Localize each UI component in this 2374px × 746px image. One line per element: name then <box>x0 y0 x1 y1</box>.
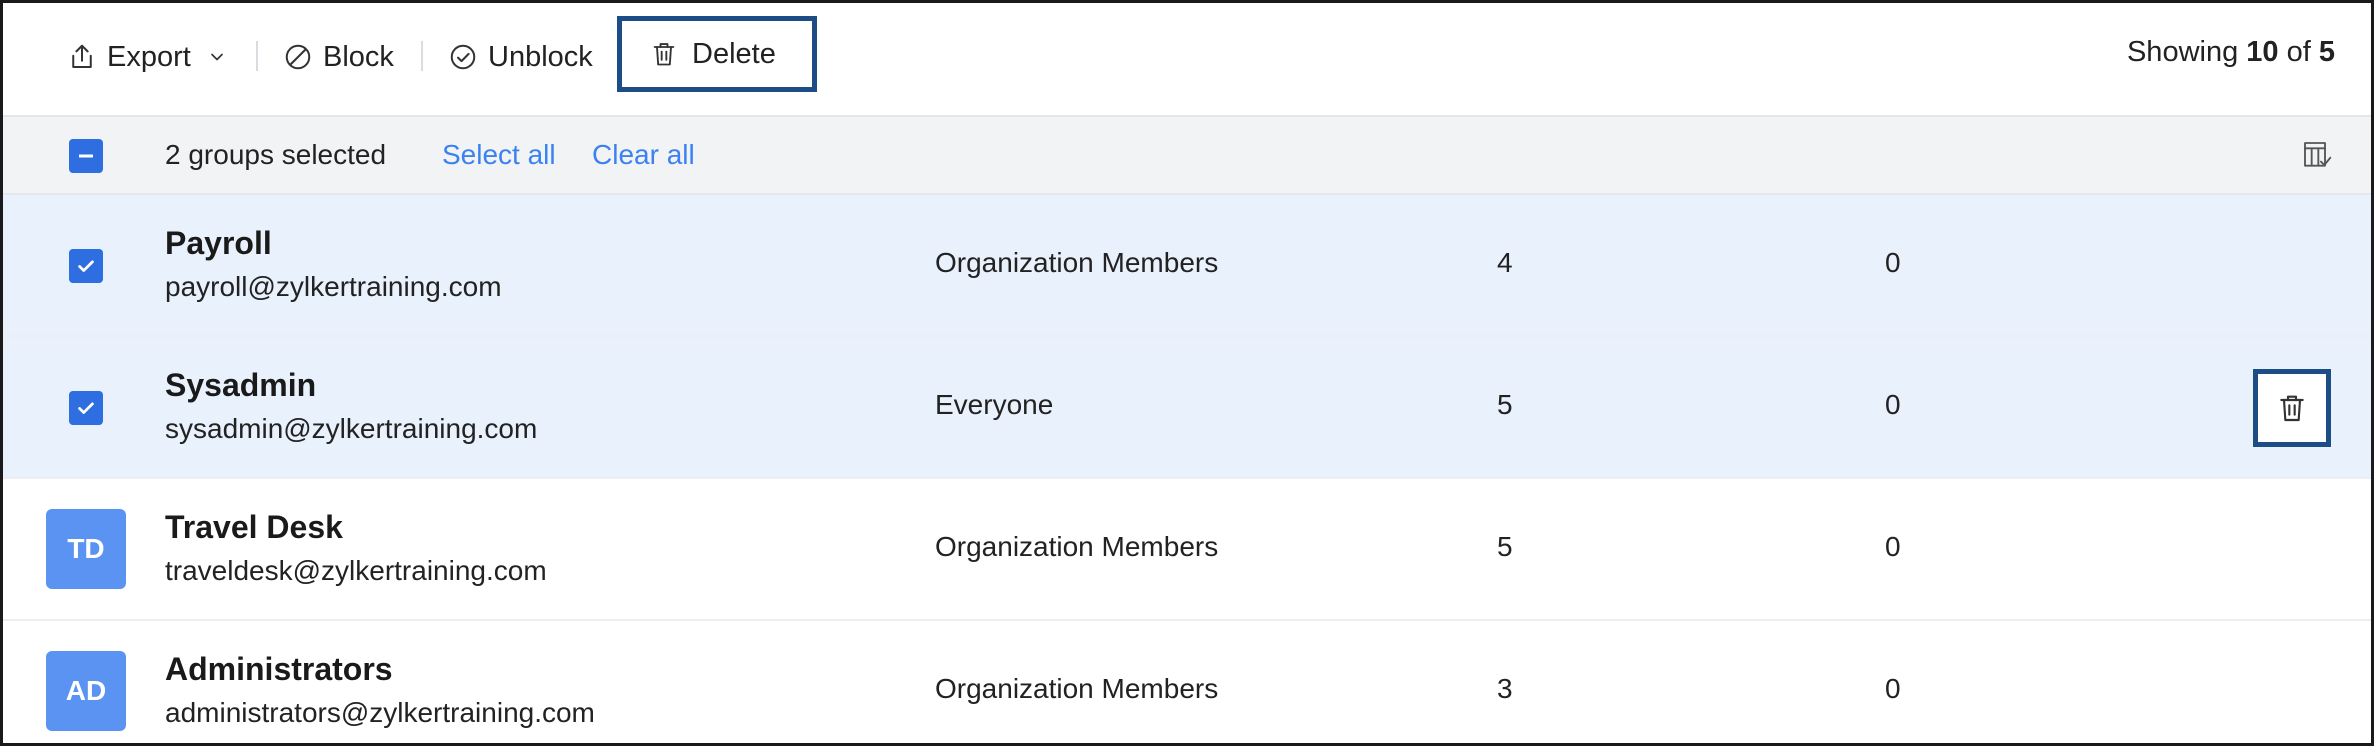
group-email: traveldesk@zylkertraining.com <box>165 555 547 586</box>
unblock-label: Unblock <box>488 40 593 73</box>
group-type: Organization Members <box>935 673 1219 704</box>
select-all-link[interactable]: Select all <box>442 139 556 171</box>
member-count: 4 <box>1497 247 1513 278</box>
chevron-down-icon <box>210 53 223 61</box>
block-label: Block <box>323 40 394 73</box>
check-icon <box>78 260 94 272</box>
column-settings-button[interactable] <box>2301 139 2333 176</box>
group-email: payroll@zylkertraining.com <box>165 271 502 302</box>
select-all-checkbox[interactable] <box>69 139 103 173</box>
avatar[interactable]: TD <box>46 509 126 589</box>
export-label: Export <box>107 40 191 73</box>
group-type: Organization Members <box>935 531 1219 562</box>
toolbar-divider <box>256 41 258 71</box>
member-count: 5 <box>1497 531 1513 562</box>
export-icon <box>72 44 92 68</box>
selected-count: 2 groups selected <box>165 139 387 170</box>
secondary-count: 0 <box>1885 531 1901 562</box>
column-settings-icon <box>2304 142 2332 167</box>
selection-bar: 2 groups selected Select all Clear all <box>3 117 2371 195</box>
avatar[interactable]: AD <box>46 651 126 731</box>
group-type: Organization Members <box>935 247 1219 278</box>
row-delete-button[interactable] <box>2253 369 2331 447</box>
unblock-button[interactable]: Unblock <box>448 25 593 89</box>
row-checkbox[interactable] <box>69 391 103 425</box>
row-checkbox[interactable] <box>69 249 103 283</box>
check-circle-icon <box>450 44 476 70</box>
delete-label: Delete <box>692 37 776 70</box>
secondary-count: 0 <box>1885 673 1901 704</box>
minus-icon <box>79 154 93 158</box>
toolbar-divider <box>421 41 423 71</box>
member-count: 3 <box>1497 673 1513 704</box>
export-button[interactable]: Export <box>67 25 227 89</box>
member-count: 5 <box>1497 389 1513 420</box>
table-row[interactable]: AD Administrators administrators@zylkert… <box>3 621 2371 743</box>
table-row[interactable]: TD Travel Desk traveldesk@zylkertraining… <box>3 479 2371 621</box>
table-row[interactable]: Payroll payroll@zylkertraining.com Organ… <box>3 195 2371 337</box>
groups-panel: Export Block Unblock Delete Showing 10 o… <box>0 0 2374 746</box>
group-type: Everyone <box>935 389 1054 420</box>
group-name[interactable]: Administrators <box>165 651 393 688</box>
group-email: administrators@zylkertraining.com <box>165 697 595 728</box>
block-button[interactable]: Block <box>283 25 394 89</box>
check-icon <box>78 402 94 414</box>
delete-button[interactable]: Delete <box>617 16 817 92</box>
secondary-count: 0 <box>1885 389 1901 420</box>
group-email: sysadmin@zylkertraining.com <box>165 413 538 444</box>
trash-icon <box>653 43 675 66</box>
trash-icon <box>2280 395 2304 422</box>
table-row[interactable]: Sysadmin sysadmin@zylkertraining.com Eve… <box>3 337 2371 479</box>
block-icon <box>285 44 311 70</box>
secondary-count: 0 <box>1885 247 1901 278</box>
group-name[interactable]: Payroll <box>165 225 272 262</box>
showing-count: Showing 10 of 5 <box>2126 36 2335 68</box>
group-name[interactable]: Travel Desk <box>165 509 343 546</box>
group-name[interactable]: Sysadmin <box>165 367 316 404</box>
clear-all-link[interactable]: Clear all <box>592 139 695 171</box>
toolbar: Export Block Unblock Delete Showing 10 o… <box>3 3 2371 117</box>
